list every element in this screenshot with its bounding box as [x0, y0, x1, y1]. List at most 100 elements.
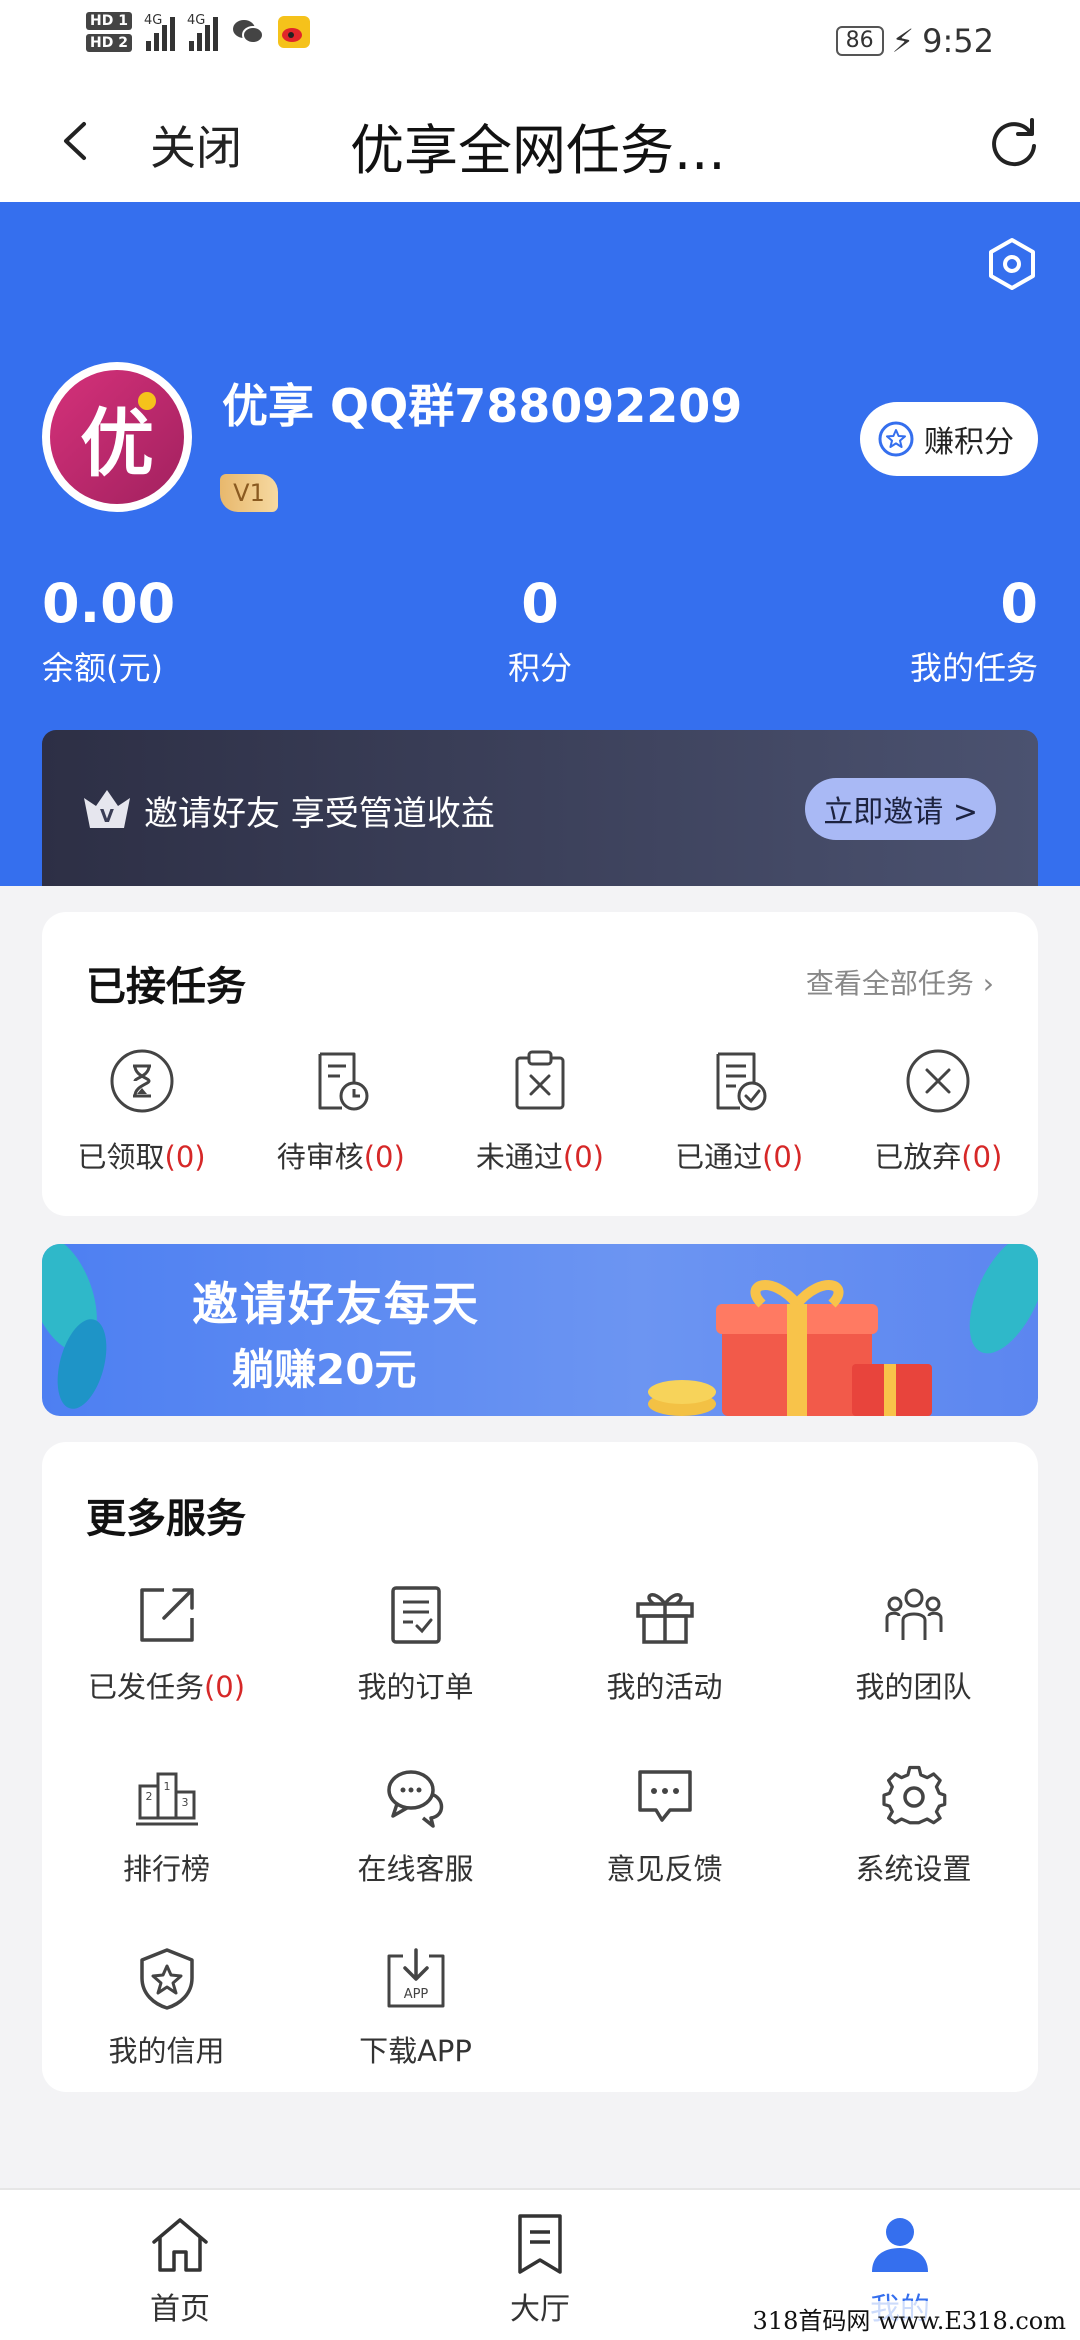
circle-x-icon [906, 1049, 970, 1113]
published-tasks-label: 已发任务 [87, 1670, 204, 1704]
profile-header: 优 优享 QQ群788092209 V1 赚积分 0.00 余额(元) 0 积分… [0, 202, 1080, 886]
svg-text:2: 2 [145, 1790, 152, 1803]
battery-icon: 86 [835, 26, 884, 56]
service-my-credit[interactable]: 我的信用 [42, 1946, 291, 2070]
earn-points-label: 赚积分 [924, 425, 1014, 460]
more-services-card: 更多服务 已发任务(0) 我的订单 我的活动 我的团队 12 3 排行榜 在线客服… [42, 1442, 1038, 2092]
system-settings-label: 系统设置 [855, 1852, 972, 1886]
avatar-logo: 优 [50, 370, 184, 504]
service-my-orders[interactable]: 我的订单 [291, 1582, 540, 1706]
status-bar: HD 1 HD 2 4G 4G 86 ⚡ 9:52 [0, 0, 1080, 82]
team-icon [885, 1588, 942, 1640]
services-grid: 已发任务(0) 我的订单 我的活动 我的团队 12 3 排行榜 在线客服 意见反馈 [42, 1582, 1038, 2070]
hd-indicators: HD 1 HD 2 [86, 12, 132, 52]
published-tasks-count: (0) [203, 1670, 246, 1704]
feedback-label: 意见反馈 [606, 1852, 723, 1886]
signal-1-icon: 4G [143, 13, 175, 51]
abandoned-count: (0) [961, 1140, 1003, 1174]
hd1-badge: HD 1 [86, 12, 132, 30]
service-system-settings[interactable]: 系统设置 [789, 1764, 1038, 1888]
page-title: 优享全网任务... [350, 119, 726, 182]
gift-icon [635, 1593, 694, 1644]
crown-v-icon: V [84, 790, 130, 828]
net1-label: 4G [143, 13, 163, 28]
service-published-tasks[interactable]: 已发任务(0) [42, 1582, 291, 1706]
shield-star-icon [139, 1948, 194, 2010]
service-my-activities[interactable]: 我的活动 [540, 1582, 789, 1706]
avatar[interactable]: 优 [42, 362, 192, 512]
refresh-icon [992, 118, 1036, 167]
my-orders-label: 我的订单 [357, 1670, 474, 1704]
order-icon [390, 1586, 441, 1644]
more-services-title: 更多服务 [86, 1496, 246, 1542]
received-label: 已领取 [77, 1140, 165, 1174]
clipboard-x-icon [515, 1050, 565, 1110]
my-team-label: 我的团队 [855, 1670, 972, 1704]
earn-points-button[interactable]: 赚积分 [860, 402, 1038, 476]
back-button[interactable] [52, 116, 102, 166]
hd2-badge: HD 2 [86, 34, 132, 52]
approved-label: 已通过 [675, 1140, 763, 1174]
gift-box-icon [648, 1280, 932, 1416]
pending-label: 待审核 [276, 1140, 364, 1174]
task-status-abandoned[interactable]: 已放弃(0) [839, 1048, 1038, 1176]
external-link-icon [139, 1588, 194, 1642]
bookmark-doc-icon [518, 2214, 562, 2274]
service-feedback[interactable]: 意见反馈 [540, 1764, 789, 1888]
task-status-received[interactable]: 已领取(0) [42, 1048, 241, 1176]
weibo-icon [277, 16, 310, 48]
service-leaderboard[interactable]: 12 3 排行榜 [42, 1764, 291, 1888]
svg-text:3: 3 [181, 1796, 188, 1809]
settings-button[interactable] [984, 236, 1040, 292]
my-tasks-label: 我的任务 [909, 649, 1038, 687]
close-button[interactable]: 关闭 [150, 112, 242, 178]
chevron-left-icon [64, 122, 86, 160]
net2-label: 4G [186, 13, 206, 28]
abandoned-label: 已放弃 [874, 1140, 962, 1174]
podium-icon: 12 3 [135, 1772, 198, 1826]
hourglass-icon [110, 1049, 174, 1113]
task-status-pending[interactable]: 待审核(0) [241, 1048, 440, 1176]
leaderboard-label: 排行榜 [122, 1852, 210, 1886]
leaf-decoration-icon [42, 1244, 107, 1409]
task-status-approved[interactable]: 已通过(0) [640, 1048, 839, 1176]
home-icon [152, 2218, 208, 2272]
svg-text:V: V [100, 806, 114, 827]
received-count: (0) [164, 1140, 206, 1174]
task-status-rejected[interactable]: 未通过(0) [440, 1048, 639, 1176]
status-left: HD 1 HD 2 4G 4G [86, 12, 310, 52]
my-credit-label: 我的信用 [108, 2034, 225, 2068]
my-tasks-value: 0 [1000, 572, 1038, 635]
status-right: 86 ⚡ 9:52 [835, 22, 994, 60]
username: 优享 QQ群788092209 [222, 379, 743, 433]
charging-icon: ⚡ [891, 22, 915, 60]
service-download-app[interactable]: APP 下载APP [291, 1946, 540, 2070]
user-icon [872, 2218, 928, 2272]
gear-icon [881, 1765, 946, 1825]
clock: 9:52 [922, 22, 994, 60]
banner-line1: 邀请好友每天 [192, 1277, 480, 1331]
tab-hall-label: 大厅 [510, 2292, 570, 2327]
invite-now-button[interactable]: 立即邀请 > [805, 778, 996, 840]
pending-count: (0) [363, 1140, 405, 1174]
refresh-button[interactable] [984, 112, 1044, 172]
hexagon-settings-icon [989, 238, 1035, 290]
nav-bar: 关闭 优享全网任务... [0, 82, 1080, 202]
level-badge: V1 [220, 474, 278, 512]
wechat-icon [232, 16, 264, 48]
download-app-label: 下载APP [359, 2034, 472, 2068]
task-status-list: 已领取(0) 待审核(0) 未通过(0) 已通过(0) 已放弃(0) [42, 1048, 1038, 1176]
invite-bar[interactable]: V 邀请好友 享受管道收益 立即邀请 > [42, 730, 1038, 886]
service-my-team[interactable]: 我的团队 [789, 1582, 1038, 1706]
tab-hall[interactable]: 大厅 [360, 2190, 720, 2340]
service-online-support[interactable]: 在线客服 [291, 1764, 540, 1888]
invite-promo-banner[interactable]: 邀请好友每天 躺赚20元 [42, 1244, 1038, 1416]
online-support-label: 在线客服 [357, 1852, 474, 1886]
svg-text:1: 1 [163, 1780, 170, 1793]
view-all-tasks-link[interactable]: 查看全部任务 › [806, 962, 994, 1002]
tab-home[interactable]: 首页 [0, 2190, 360, 2340]
stat-my-tasks[interactable]: 0 我的任务 [910, 572, 1038, 689]
chat-bubbles-icon [386, 1770, 443, 1828]
my-activities-label: 我的活动 [606, 1670, 723, 1704]
document-clock-icon [318, 1052, 369, 1111]
